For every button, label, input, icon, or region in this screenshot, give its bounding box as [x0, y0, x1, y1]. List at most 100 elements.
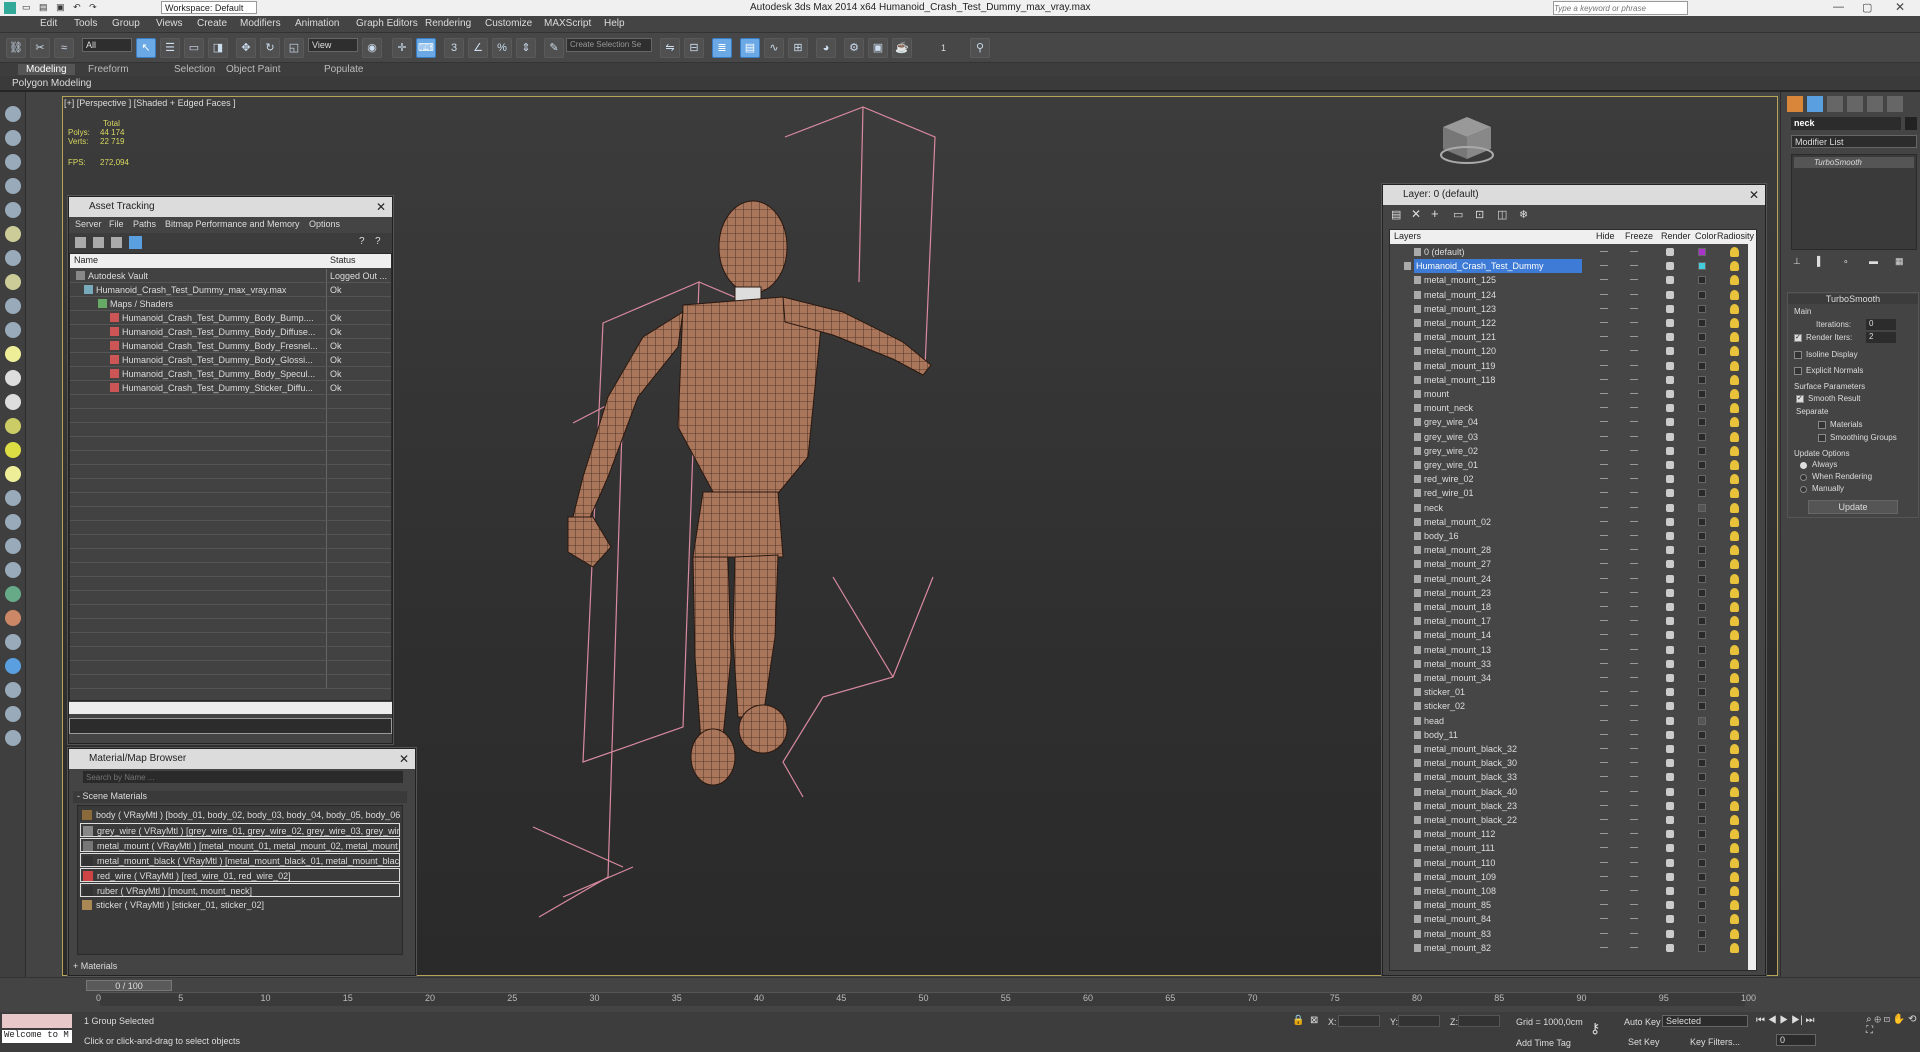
layer-color-swatch[interactable] — [1698, 745, 1706, 753]
dummy-head[interactable] — [718, 200, 788, 294]
material-editor-icon[interactable]: ◕ — [816, 38, 836, 58]
table-row[interactable] — [70, 493, 391, 507]
layer-color-swatch[interactable] — [1698, 304, 1706, 313]
auto-key-button[interactable]: Auto Key — [1624, 1017, 1661, 1027]
window-crossing-icon[interactable]: ◨ — [208, 38, 228, 58]
render-teapot-icon[interactable] — [1666, 475, 1674, 484]
hide-toggle[interactable] — [1600, 875, 1608, 877]
ribbon-tab-object-paint[interactable]: Object Paint — [226, 64, 280, 75]
table-row[interactable]: Humanoid_Crash_Test_Dummy_Body_Glossi...… — [70, 353, 391, 367]
radiosity-icon[interactable] — [1730, 445, 1739, 456]
material-item[interactable]: ruber ( VRayMtl ) [mount, mount_neck] — [80, 883, 400, 897]
go-to-start-icon[interactable]: ⏮ — [1756, 1015, 1765, 1026]
layer-row[interactable]: mount — [1390, 387, 1750, 401]
asset-menu-server[interactable]: Server — [75, 219, 102, 229]
render-teapot-icon[interactable] — [1666, 716, 1674, 725]
freeze-toggle[interactable] — [1630, 251, 1638, 252]
render-teapot-icon[interactable] — [1666, 532, 1674, 540]
hide-toggle[interactable] — [1600, 435, 1608, 437]
render-teapot-icon[interactable] — [1666, 645, 1674, 654]
left-tool-icon[interactable] — [5, 250, 21, 266]
render-teapot-icon[interactable] — [1666, 617, 1674, 626]
left-tool-icon[interactable] — [5, 442, 21, 458]
radiosity-icon[interactable] — [1730, 389, 1739, 399]
table-row[interactable] — [70, 633, 391, 647]
graphite-tools-icon[interactable]: ▤ — [740, 38, 760, 58]
hide-toggle[interactable] — [1600, 336, 1608, 338]
hide-toggle[interactable] — [1600, 393, 1608, 394]
table-row[interactable] — [70, 521, 391, 535]
hide-toggle[interactable] — [1600, 790, 1608, 792]
ribbon-tab-freeform[interactable]: Freeform — [88, 64, 129, 75]
layer-color-swatch[interactable] — [1698, 461, 1706, 469]
hide-toggle[interactable] — [1600, 506, 1608, 508]
left-tool-icon[interactable] — [5, 490, 21, 506]
table-row[interactable] — [70, 605, 391, 619]
freeze-toggle[interactable] — [1630, 293, 1638, 295]
freeze-toggle[interactable] — [1630, 421, 1638, 423]
left-tool-icon[interactable] — [5, 466, 21, 482]
radiosity-icon[interactable] — [1730, 886, 1739, 896]
radiosity-icon[interactable] — [1730, 928, 1739, 939]
ribbon-subtab-polygon-modeling[interactable]: Polygon Modeling — [12, 78, 92, 89]
radiosity-icon[interactable] — [1730, 587, 1739, 598]
layer-row[interactable]: mount_neck — [1390, 401, 1750, 415]
render-iters-spinner[interactable]: 2 — [1866, 332, 1896, 343]
redo-icon[interactable]: ↷ — [89, 2, 97, 12]
hide-toggle[interactable] — [1600, 648, 1608, 650]
freeze-toggle[interactable] — [1630, 677, 1638, 678]
left-tool-icon[interactable] — [5, 322, 21, 338]
radiosity-icon[interactable] — [1730, 644, 1739, 655]
create-layer-icon[interactable]: ▤ — [1391, 208, 1401, 221]
radiosity-icon[interactable] — [1730, 758, 1739, 769]
asset-menu-options[interactable]: Options — [309, 219, 340, 229]
render-teapot-icon[interactable] — [1666, 688, 1674, 697]
layer-row[interactable]: metal_mount_34 — [1390, 671, 1750, 685]
layer-color-swatch[interactable] — [1698, 588, 1706, 597]
layer-row[interactable]: metal_mount_111 — [1390, 841, 1750, 855]
left-tool-icon[interactable] — [5, 154, 21, 170]
radiosity-icon[interactable] — [1730, 857, 1739, 868]
layer-row[interactable]: body_16 — [1390, 529, 1750, 543]
viewport-label[interactable]: [+] [Perspective ] [Shaded + Edged Faces… — [64, 98, 236, 108]
rotate-icon[interactable]: ↻ — [260, 38, 280, 58]
render-teapot-icon[interactable] — [1666, 844, 1674, 853]
radiosity-icon[interactable] — [1730, 900, 1739, 911]
layer-manager-icon[interactable]: ≣ — [712, 38, 732, 58]
radiosity-icon[interactable] — [1730, 715, 1739, 726]
table-row[interactable] — [70, 577, 391, 591]
hide-toggle[interactable] — [1600, 322, 1608, 323]
help-icon[interactable]: ? — [359, 236, 365, 247]
layer-row[interactable]: grey_wire_03 — [1390, 430, 1750, 444]
hide-toggle[interactable] — [1600, 620, 1608, 622]
layer-color-swatch[interactable] — [1698, 773, 1706, 782]
radiosity-icon[interactable] — [1730, 332, 1739, 343]
move-icon[interactable]: ✥ — [236, 38, 256, 58]
layer-row[interactable]: metal_mount_33 — [1390, 657, 1750, 671]
radiosity-icon[interactable] — [1730, 360, 1739, 371]
go-to-end-icon[interactable]: ⏭ — [1806, 1015, 1815, 1026]
zoom-extents-icon[interactable]: ⊡ — [1884, 1014, 1890, 1025]
freeze-toggle[interactable] — [1630, 393, 1638, 394]
freeze-toggle[interactable] — [1630, 634, 1638, 636]
render-teapot-icon[interactable] — [1666, 730, 1674, 739]
table-row[interactable]: Humanoid_Crash_Test_Dummy_Body_Diffuse..… — [70, 325, 391, 339]
freeze-toggle[interactable] — [1630, 350, 1638, 352]
layer-row[interactable]: metal_mount_black_40 — [1390, 785, 1750, 799]
render-teapot-icon[interactable] — [1666, 745, 1674, 753]
pivot-icon[interactable]: ◉ — [362, 38, 382, 58]
layer-row[interactable]: metal_mount_27 — [1390, 557, 1750, 571]
configure-modifier-sets-icon[interactable]: ▦ — [1895, 256, 1904, 267]
layer-row[interactable]: metal_mount_23 — [1390, 586, 1750, 600]
current-frame-field[interactable]: 0 — [1776, 1034, 1816, 1046]
iterations-spinner[interactable]: 0 — [1866, 319, 1896, 330]
layer-row[interactable]: grey_wire_02 — [1390, 444, 1750, 458]
x-coordinate-field[interactable] — [1338, 1015, 1380, 1027]
key-icon[interactable]: ⚷ — [1590, 1020, 1600, 1037]
z-coordinate-field[interactable] — [1458, 1015, 1500, 1027]
layer-row[interactable]: 0 (default) — [1390, 245, 1750, 259]
radiosity-icon[interactable] — [1730, 559, 1739, 570]
radiosity-icon[interactable] — [1730, 460, 1739, 470]
layer-row[interactable]: metal_mount_13 — [1390, 643, 1750, 657]
hide-toggle[interactable] — [1600, 819, 1608, 820]
